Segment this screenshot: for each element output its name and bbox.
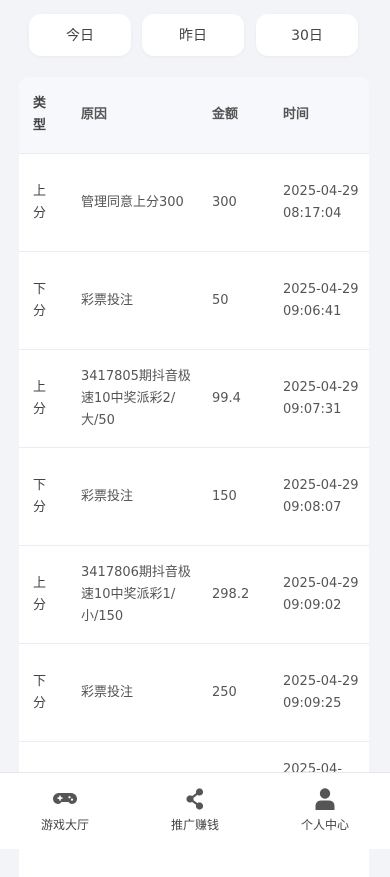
- row-time: 2025-04-29 09:09:02: [283, 573, 363, 617]
- row-reason: 彩票投注: [81, 489, 134, 504]
- filter-30-days-button[interactable]: 30日: [256, 14, 358, 56]
- table-header: 类型 原因 金额 时间: [19, 77, 369, 153]
- bottom-nav: 游戏大厅 推广赚钱 个人中心: [0, 772, 390, 849]
- nav-profile-label: 个人中心: [300, 818, 349, 832]
- nav-profile[interactable]: 个人中心: [260, 773, 390, 849]
- row-clock: 09:09:02: [283, 598, 342, 613]
- row-date: 2025-04-29: [283, 674, 359, 689]
- row-date: 2025-04-29: [283, 380, 359, 395]
- row-time: 2025-04-29 09:06:41: [283, 279, 363, 323]
- nav-promote-label: 推广赚钱: [170, 818, 219, 832]
- row-amount: 250: [212, 685, 237, 700]
- header-type: 类型: [33, 96, 47, 133]
- row-clock: 09:07:31: [283, 402, 342, 417]
- row-clock: 08:17:04: [283, 206, 342, 221]
- row-time: 2025-04-29 09:08:07: [283, 475, 363, 519]
- row-amount: 50: [212, 293, 229, 308]
- filter-yesterday-button[interactable]: 昨日: [142, 14, 244, 56]
- date-filter-bar: 今日 昨日 30日: [0, 0, 390, 70]
- row-time: 2025-04-29 09:09:25: [283, 671, 363, 715]
- row-reason: 彩票投注: [81, 685, 134, 700]
- row-clock: 09:08:07: [283, 500, 342, 515]
- nav-promote[interactable]: 推广赚钱: [130, 773, 260, 849]
- row-time: 2025-04-29 09:07:31: [283, 377, 363, 421]
- table-row: 上分 3417806期抖音极速10中奖派彩1/小/150 298.2 2025-…: [19, 545, 369, 644]
- table-row: 上分 3417805期抖音极速10中奖派彩2/大/50 99.4 2025-04…: [19, 349, 369, 448]
- row-type: 下分: [33, 674, 47, 711]
- records-table: 类型 原因 金额 时间 上分 管理同意上分300 300 2025-04-29 0…: [19, 77, 369, 877]
- row-date: 2025-04-29: [283, 478, 359, 493]
- table-row: 下分 彩票投注 150 2025-04-29 09:08:07: [19, 447, 369, 546]
- row-amount: 99.4: [212, 391, 241, 406]
- row-type: 上分: [33, 184, 47, 221]
- header-amount: 金额: [212, 107, 239, 122]
- row-reason: 3417806期抖音极速10中奖派彩1/小/150: [81, 565, 191, 624]
- row-reason: 彩票投注: [81, 293, 134, 308]
- row-date: 2025-04-29: [283, 576, 359, 591]
- row-time: 2025-04-29 08:17:04: [283, 181, 363, 225]
- table-row: 下分 彩票投注 250 2025-04-29 09:09:25: [19, 643, 369, 742]
- row-type: 下分: [33, 478, 47, 515]
- row-clock: 09:06:41: [283, 304, 342, 319]
- row-clock: 09:09:25: [283, 696, 342, 711]
- row-reason: 3417805期抖音极速10中奖派彩2/大/50: [81, 369, 191, 428]
- user-icon: [315, 788, 335, 810]
- row-amount: 298.2: [212, 587, 250, 602]
- share-icon: [186, 788, 204, 810]
- row-type: 下分: [33, 282, 47, 319]
- nav-game-lobby-label: 游戏大厅: [40, 818, 89, 832]
- row-type: 上分: [33, 576, 47, 613]
- gamepad-icon: [53, 793, 77, 804]
- row-amount: 300: [212, 195, 237, 210]
- table-row: 下分 彩票投注 50 2025-04-29 09:06:41: [19, 251, 369, 350]
- header-time: 时间: [283, 107, 310, 122]
- row-date: 2025-04-29: [283, 282, 359, 297]
- row-reason: 管理同意上分300: [81, 195, 184, 210]
- row-type: 上分: [33, 380, 47, 417]
- nav-game-lobby[interactable]: 游戏大厅: [0, 773, 130, 849]
- row-amount: 150: [212, 489, 237, 504]
- filter-today-button[interactable]: 今日: [29, 14, 131, 56]
- row-date: 2025-04-29: [283, 184, 359, 199]
- header-reason: 原因: [81, 107, 108, 122]
- table-row: 上分 管理同意上分300 300 2025-04-29 08:17:04: [19, 153, 369, 252]
